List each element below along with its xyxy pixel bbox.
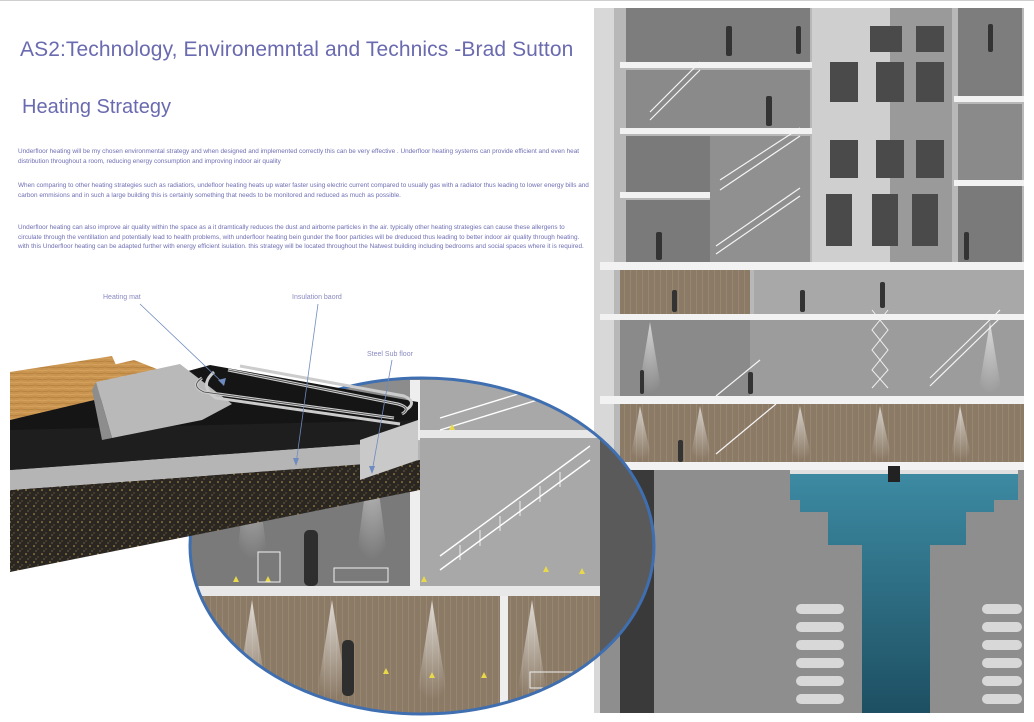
callout-heating-mat: Heating mat — [103, 294, 141, 301]
presentation-sheet: AS2:Technology, Environemntal and Techni… — [0, 0, 1034, 722]
callout-steel-sub-floor: Steel Sub floor — [367, 351, 413, 358]
building-section-drawing — [594, 8, 1024, 713]
callout-insulation-board: Insulation baord — [292, 294, 342, 301]
illustration-layer — [10, 8, 1024, 716]
